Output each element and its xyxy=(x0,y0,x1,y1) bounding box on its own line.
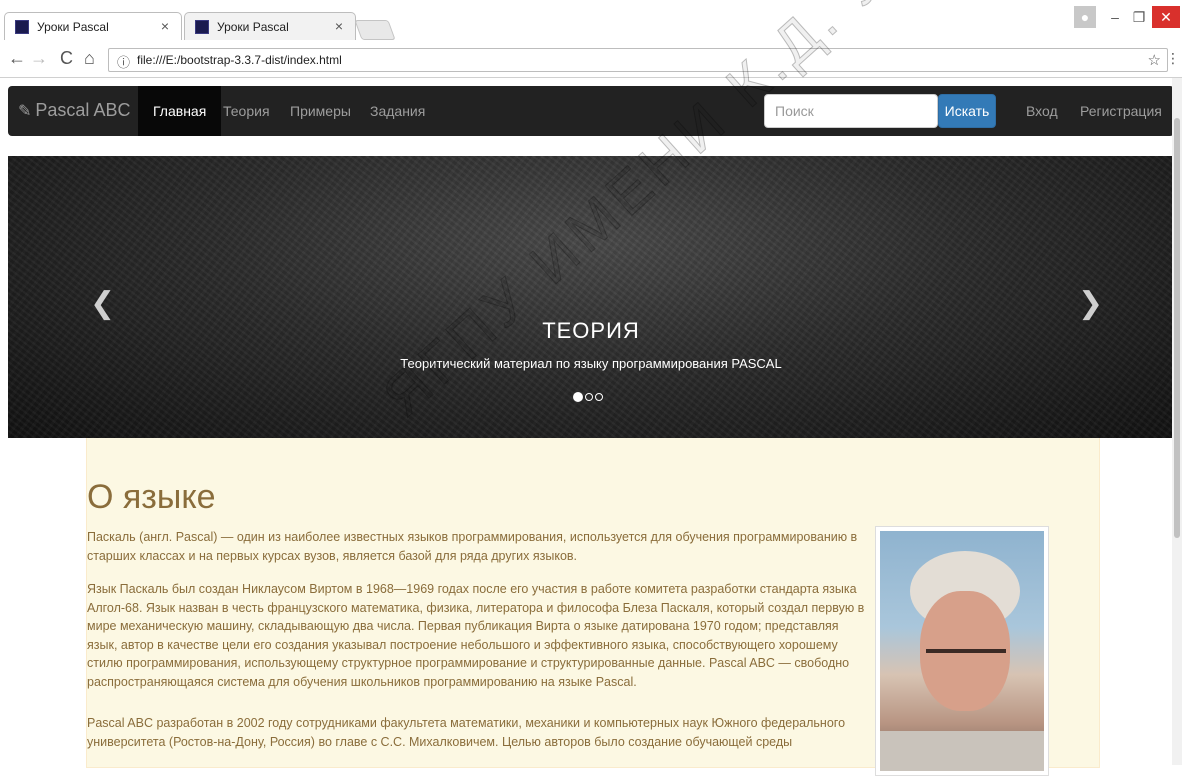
nav-item-theory[interactable]: Теория xyxy=(223,86,270,136)
page-scrollbar[interactable] xyxy=(1172,78,1182,765)
carousel-title: ТЕОРИЯ xyxy=(542,318,640,343)
scrollbar-thumb[interactable] xyxy=(1174,118,1180,538)
carousel-indicator-dot[interactable] xyxy=(585,393,593,401)
section-heading: О языке xyxy=(87,478,216,516)
about-section: О языке Паскаль (англ. Pascal) — один из… xyxy=(86,438,1100,776)
browser-tabstrip: Уроки Pascal × Уроки Pascal × ● – ❐ ✕ xyxy=(0,0,1182,42)
nav-item-tasks[interactable]: Задания xyxy=(370,86,425,136)
paragraph-pascal-abc: Pascal ABC разработан в 2002 году сотруд… xyxy=(87,716,846,749)
author-portrait xyxy=(875,526,1049,776)
page-favicon-icon xyxy=(195,20,209,34)
carousel-next-chevron-icon[interactable]: ❯ xyxy=(1078,286,1103,321)
carousel-indicator-dot[interactable] xyxy=(573,392,583,402)
nav-item-home[interactable]: Главная xyxy=(138,86,222,136)
address-bar[interactable]: ⓘ file:///E:/bootstrap-3.3.7-dist/index.… xyxy=(108,48,1168,72)
forward-arrow-icon[interactable]: → xyxy=(30,48,48,69)
register-link[interactable]: Регистрация xyxy=(1080,86,1162,136)
login-link[interactable]: Вход xyxy=(1026,86,1058,136)
portrait-image xyxy=(880,531,1044,771)
paragraph-intro: Паскаль (англ. Pascal) — один из наиболе… xyxy=(87,530,858,563)
minimize-icon[interactable]: – xyxy=(1104,6,1126,28)
back-arrow-icon[interactable]: ← xyxy=(8,48,26,69)
site-navbar: ✎ Pascal ABC Главная Теория Примеры Задан… xyxy=(8,86,1174,136)
user-profile-icon[interactable]: ● xyxy=(1074,6,1096,28)
search-button[interactable]: Искать xyxy=(938,94,996,128)
url-text: file:///E:/bootstrap-3.3.7-dist/index.ht… xyxy=(137,53,342,67)
bookmark-star-icon[interactable]: ☆ xyxy=(1148,51,1161,69)
nav-item-examples[interactable]: Примеры xyxy=(290,86,351,136)
browser-tab-2[interactable]: Уроки Pascal × xyxy=(184,12,356,40)
browser-menu-icon[interactable]: ⋮ xyxy=(1166,50,1180,67)
home-icon[interactable]: ⌂ xyxy=(84,48,95,69)
carousel-prev-chevron-icon[interactable]: ❮ xyxy=(90,286,115,321)
tab-close-icon[interactable]: × xyxy=(161,18,169,34)
browser-tab-1[interactable]: Уроки Pascal × xyxy=(4,12,182,40)
search-input[interactable]: Поиск xyxy=(764,94,938,128)
carousel-caption: Теоритический материал по языку программ… xyxy=(400,356,782,371)
carousel-indicators xyxy=(573,388,605,402)
tab-close-icon[interactable]: × xyxy=(335,18,343,34)
page-favicon-icon xyxy=(15,20,29,34)
paragraph-history: Язык Паскаль был создан Никлаусом Виртом… xyxy=(87,582,865,689)
browser-toolbar: ← → C ⌂ ⓘ file:///E:/bootstrap-3.3.7-dis… xyxy=(0,42,1182,78)
info-icon[interactable]: ⓘ xyxy=(117,52,130,71)
new-tab-button[interactable] xyxy=(354,20,396,40)
restore-icon[interactable]: ❐ xyxy=(1128,6,1150,28)
carousel-indicator-dot[interactable] xyxy=(595,393,603,401)
tab-title: Уроки Pascal xyxy=(37,20,109,34)
tab-title: Уроки Pascal xyxy=(217,20,289,34)
reload-icon[interactable]: C xyxy=(60,48,73,69)
brand-label: Pascal ABC xyxy=(35,100,131,120)
navbar-brand[interactable]: ✎ Pascal ABC xyxy=(18,100,130,121)
window-close-icon[interactable]: ✕ xyxy=(1152,6,1180,28)
paperclip-icon: ✎ xyxy=(18,103,32,120)
